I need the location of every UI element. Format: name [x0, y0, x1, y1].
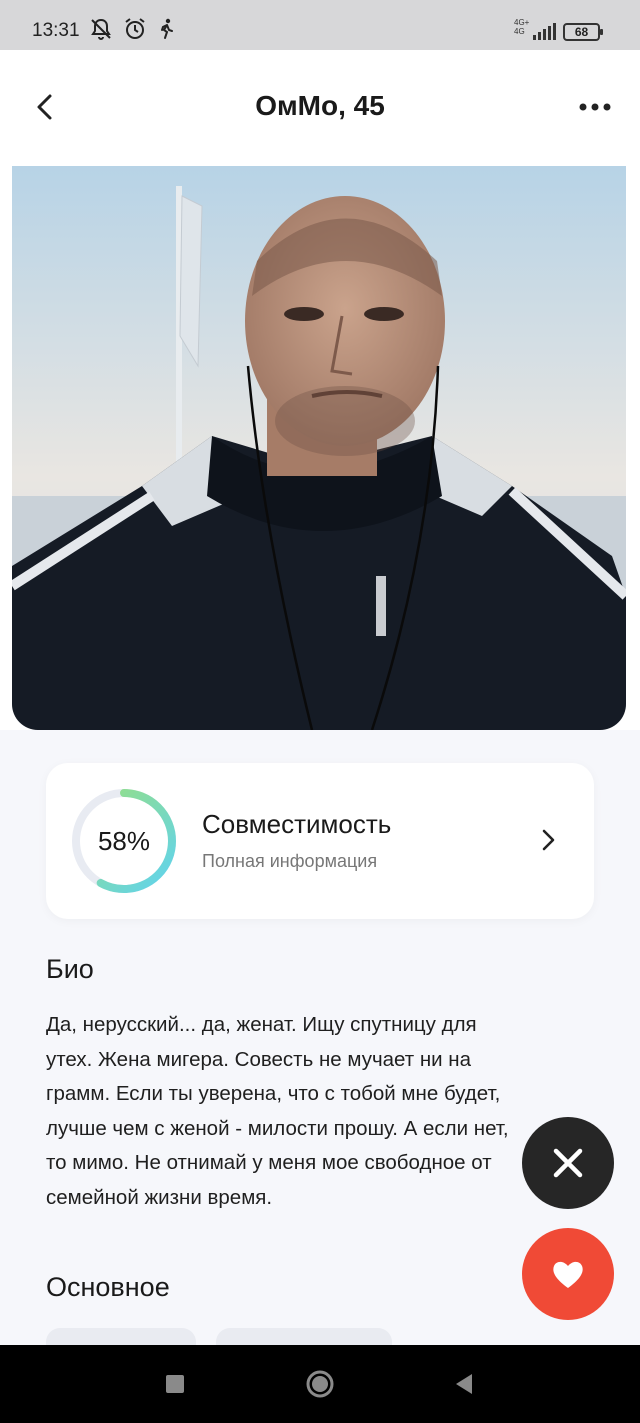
status-time: 13:31	[32, 20, 80, 41]
basics-heading: Основное	[46, 1272, 170, 1302]
system-nav-bar	[0, 1345, 640, 1423]
alarm-icon	[125, 18, 145, 39]
muted-bell-icon	[91, 18, 111, 40]
signal-icon	[533, 23, 556, 40]
back-icon[interactable]	[450, 1369, 480, 1399]
chevron-right-icon	[542, 829, 555, 851]
walking-icon	[161, 18, 173, 39]
compatibility-title: Совместимость	[202, 809, 392, 839]
bio-line: утех. Жена мигера. Совесть не мучает ни …	[46, 1047, 472, 1071]
basics-chip	[216, 1328, 392, 1345]
status-bar: 13:31 4G+ 4G 68	[0, 0, 640, 50]
more-options-icon[interactable]	[575, 94, 615, 120]
like-button[interactable]	[522, 1228, 614, 1320]
profile-header: ОмМо, 45	[0, 50, 640, 166]
bio-line: то мимо. Не отнимай у меня мое свободное…	[46, 1151, 492, 1174]
basics-chip	[46, 1328, 196, 1345]
dislike-button[interactable]	[522, 1117, 614, 1209]
battery-icon: 68	[563, 23, 603, 41]
profile-name-age: ОмМо, 45	[255, 90, 385, 121]
heart-icon	[553, 1261, 583, 1288]
bio-text: Да, нерусский... да, женат. Ищу спутницу…	[46, 1008, 586, 1215]
bio-line: грамм. Если ты уверена, что с тобой мне …	[46, 1082, 501, 1105]
home-icon[interactable]	[305, 1369, 335, 1399]
profile-photo[interactable]	[12, 166, 626, 730]
bio-line: лучше чем с женой - милости прошу. А есл…	[46, 1116, 509, 1140]
compatibility-percent: 58%	[97, 826, 151, 856]
bio-line: семейной жизни время.	[46, 1185, 273, 1209]
close-icon	[553, 1148, 583, 1178]
bio-heading: Био	[46, 954, 94, 984]
recents-icon[interactable]	[160, 1369, 190, 1399]
network-type: 4G+ 4G	[514, 18, 530, 36]
compatibility-subtitle: Полная информация	[202, 851, 378, 871]
compatibility-card[interactable]: 58% Совместимость Полная информация	[46, 763, 594, 919]
bio-line: Да, нерусский... да, женат. Ищу спутницу…	[46, 1013, 477, 1036]
